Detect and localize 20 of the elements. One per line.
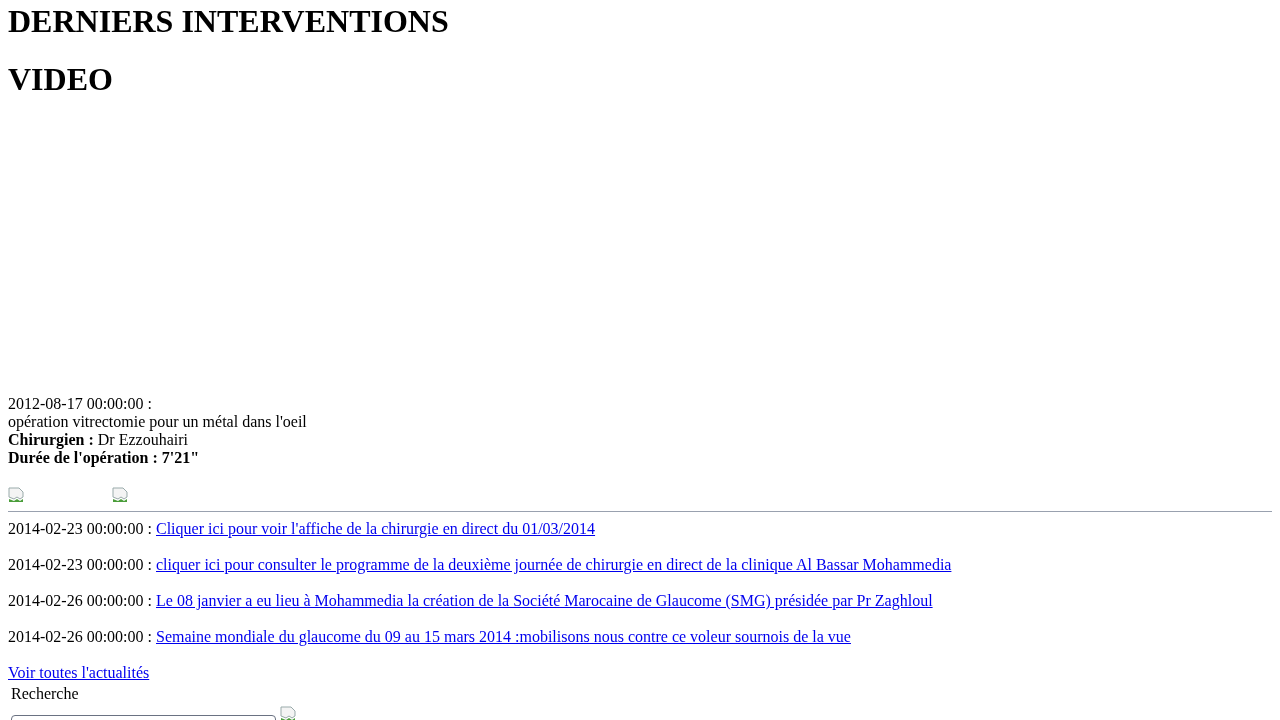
news-date: 2014-02-23 00:00:00 : — [8, 520, 152, 538]
news-link[interactable]: Cliquer ici pour voir l'affiche de la chirurgie en direct du 01/03/2014 — [156, 520, 596, 538]
news-date: 2014-02-26 00:00:00 : — [8, 628, 152, 646]
section-heading: DERNIERS INTERVENTIONS — [8, 2, 449, 40]
news-link[interactable]: Le 08 janvier a eu lieu à Mohammedia la création de la Société Marocaine de Glaucome (SMG) présidée par Pr Zaghloul — [156, 592, 933, 610]
news-date: 2014-02-23 00:00:00 : — [8, 556, 152, 574]
video-title: opération vitrectomie pour un métal dans l'oeil — [8, 413, 307, 431]
news-link[interactable]: Semaine mondiale du glaucome du 09 au 15 mars 2014 :mobilisons nous contre ce voleur sournois de la vue — [156, 628, 851, 646]
section-heading: VIDEO — [8, 61, 113, 98]
broken-image-icon — [280, 706, 296, 720]
broken-image-icon — [8, 487, 24, 503]
surgeon-name: Dr Ezzouhairi — [97, 431, 188, 449]
duration-text: Durée de l'opération : 7'21" — [8, 449, 200, 467]
surgeon-label: Chirurgien : — [8, 431, 94, 449]
broken-image-icon — [112, 487, 128, 503]
news-link[interactable]: cliquer ici pour consulter le programme de la deuxième journée de chirurgie en direct de la clinique Al Bassar Mohammedia — [156, 556, 952, 574]
video-date: 2012-08-17 00:00:00 : — [8, 395, 152, 413]
news-date: 2014-02-26 00:00:00 : — [8, 592, 152, 610]
all-news-link[interactable]: Voir toutes l'actualités — [8, 664, 150, 682]
search-label: Recherche — [11, 685, 79, 703]
